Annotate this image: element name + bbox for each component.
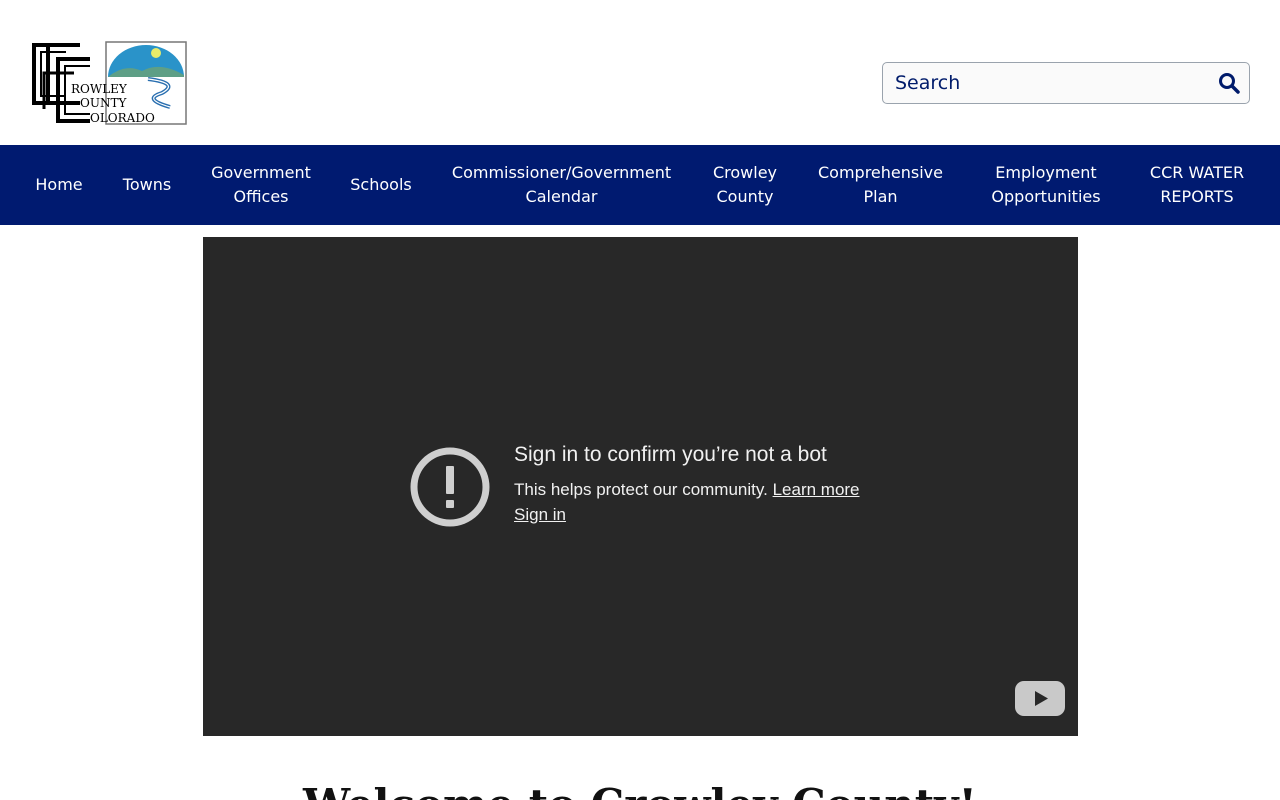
bot-check-title: Sign in to confirm you’re not a bot <box>514 443 827 466</box>
page-heading: Welcome to Crowley County! <box>0 780 1280 800</box>
nav-item-schools[interactable]: Schools <box>340 145 422 225</box>
video-embed[interactable]: Sign in to confirm you’re not a bot This… <box>203 237 1078 736</box>
nav-item-crowley-county[interactable]: Crowley County <box>702 145 788 225</box>
site-header: ROWLEY OUNTY OLORADO <box>0 0 1280 145</box>
search-input[interactable] <box>883 63 1203 103</box>
nav-item-ccr-water-reports[interactable]: CCR WATER REPORTS <box>1136 145 1258 225</box>
search-icon[interactable] <box>1217 71 1241 95</box>
alert-icon <box>410 447 490 527</box>
search-box <box>882 62 1250 104</box>
youtube-icon[interactable] <box>1015 681 1065 716</box>
bot-check-body: This helps protect our community. <box>514 480 768 499</box>
nav-item-home[interactable]: Home <box>22 145 96 225</box>
nav-item-commissioner-calendar[interactable]: Commissioner/Government Calendar <box>440 145 683 225</box>
logo-text-line1: ROWLEY <box>71 82 128 96</box>
nav-item-government-offices[interactable]: Government Offices <box>200 145 322 225</box>
logo-text-line3: OLORADO <box>90 111 155 125</box>
bot-check-message: This helps protect our community. Learn … <box>514 480 860 500</box>
nav-item-towns[interactable]: Towns <box>112 145 182 225</box>
nav-item-employment-opportunities[interactable]: Employment Opportunities <box>976 145 1116 225</box>
nav-item-comprehensive-plan[interactable]: Comprehensive Plan <box>806 145 955 225</box>
main-nav: Home Towns Government Offices Schools Co… <box>0 145 1280 225</box>
sign-in-link[interactable]: Sign in <box>514 505 566 525</box>
learn-more-link[interactable]: Learn more <box>773 480 860 499</box>
logo-text-line2: OUNTY <box>80 96 127 110</box>
crowley-county-logo[interactable]: ROWLEY OUNTY OLORADO <box>30 41 187 125</box>
